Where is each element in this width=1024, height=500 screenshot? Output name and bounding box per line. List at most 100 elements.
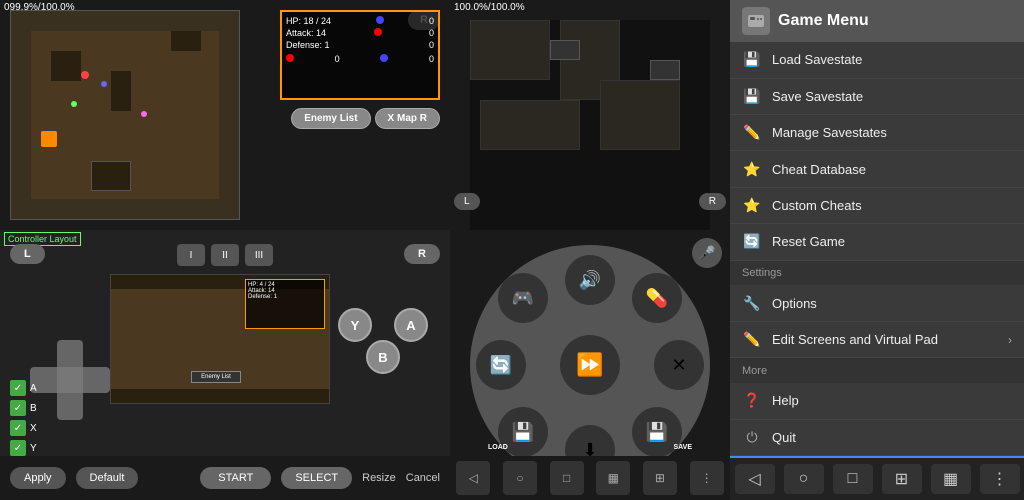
b-button[interactable]: B — [366, 340, 400, 374]
seg-buttons: I II III — [177, 244, 273, 266]
radial-health[interactable]: 💊 — [632, 273, 682, 323]
menu-item-save-savestate[interactable]: 💾 Save Savestate — [730, 79, 1024, 115]
enemy-list-btn[interactable]: Enemy List — [291, 108, 370, 129]
menu-item-load-savestate[interactable]: 💾 Load Savestate — [730, 42, 1024, 78]
mid-percentage: 100.0%/100.0% — [454, 2, 525, 13]
checkbox-b[interactable]: ✓ — [10, 400, 26, 416]
menu-item-help[interactable]: ❓ Help — [730, 383, 1024, 419]
menu-title: Game Menu — [778, 12, 869, 30]
mini-game-screen: HP: 4 / 24 Attack: 14 Defense: 1 Enemy L… — [110, 274, 330, 404]
check-y: ✓ Y — [10, 440, 37, 456]
hp-text: HP: 18 / 24 — [286, 16, 331, 26]
bottom-row: Apply Default START SELECT Resize Cancel — [0, 456, 450, 500]
check-a-label: A — [30, 383, 37, 394]
options-icon: 🔧 — [742, 293, 762, 313]
defense-text: Defense: 1 — [286, 40, 330, 50]
check-b: ✓ B — [10, 400, 37, 416]
cheat-database-label: Cheat Database — [772, 162, 1012, 177]
manage-savestates-icon: ✏️ — [742, 123, 762, 143]
nav-extra-2[interactable]: ▦ — [931, 464, 971, 494]
resize-btn[interactable]: Resize — [362, 472, 396, 484]
seg-btn-3[interactable]: III — [245, 244, 273, 266]
check-y-label: Y — [30, 443, 37, 454]
mid-nav-4[interactable]: ▦ — [596, 461, 630, 495]
start-button[interactable]: START — [200, 467, 271, 489]
game-screen-top: 099.9%/100.0% R HP — [0, 0, 450, 230]
menu-item-reset-game[interactable]: 🔄 Reset Game — [730, 224, 1024, 260]
seg-btn-2[interactable]: II — [211, 244, 239, 266]
mid-nav-3[interactable]: □ — [550, 461, 584, 495]
mid-nav-1[interactable]: ◁ — [456, 461, 490, 495]
default-button[interactable]: Default — [76, 467, 139, 489]
check-row: ✓ A ✓ B ✓ X ✓ Y — [10, 380, 37, 456]
radial-cancel[interactable]: ✕ — [654, 340, 704, 390]
abxy-area: Y A B — [338, 284, 428, 374]
label-save: SAVE — [673, 444, 692, 451]
save-savestate-label: Save Savestate — [772, 89, 1012, 104]
mic-button[interactable]: 🎤 — [692, 238, 722, 268]
menu-item-cheat-database[interactable]: ⭐ Cheat Database — [730, 151, 1024, 187]
ctrl-r-button[interactable]: R — [404, 244, 440, 264]
left-percentage: 099.9%/100.0% — [4, 2, 75, 13]
check-x: ✓ X — [10, 420, 37, 436]
menu-item-custom-cheats[interactable]: ⭐ Custom Cheats — [730, 188, 1024, 224]
seg-btn-1[interactable]: I — [177, 244, 205, 266]
check-b-label: B — [30, 403, 37, 414]
label-load: LOAD — [488, 444, 508, 451]
apply-button[interactable]: Apply — [10, 467, 66, 489]
val2: 0 — [429, 40, 434, 50]
radial-volume[interactable]: 🔊 — [565, 255, 615, 305]
radial-center-btn[interactable]: ⏩ — [560, 335, 620, 395]
settings-section: Settings — [730, 261, 1024, 286]
nav-home-btn[interactable]: ○ — [784, 464, 824, 494]
menu-bottom-bar: ◁ ○ □ ⊞ ▦ ⋮ — [730, 458, 1024, 500]
check-a: ✓ A — [10, 380, 37, 396]
save-savestate-icon: 💾 — [742, 86, 762, 106]
a-button[interactable]: A — [394, 308, 428, 342]
manage-savestates-label: Manage Savestates — [772, 125, 1012, 140]
game-menu-buttons: Enemy List X Map R — [291, 108, 440, 129]
edit-screens-icon: ✏️ — [742, 330, 762, 350]
right-panel: Game Menu 💾 Load Savestate 💾 Save Savest… — [730, 0, 1024, 500]
left-panel: 099.9%/100.0% R HP — [0, 0, 450, 500]
val0: 0 — [429, 16, 434, 26]
mini-hud: HP: 4 / 24 Attack: 14 Defense: 1 — [245, 279, 325, 329]
mid-nav-6[interactable]: ⋮ — [690, 461, 724, 495]
checkbox-y[interactable]: ✓ — [10, 440, 26, 456]
radial-rotate[interactable]: 🔄 — [476, 340, 526, 390]
mid-l-btn[interactable]: L — [454, 193, 480, 210]
menu-item-edit-screens[interactable]: ✏️ Edit Screens and Virtual Pad › — [730, 322, 1024, 358]
middle-panel: 100.0%/100.0% L R 🔊 💊 — [450, 0, 730, 500]
dpad[interactable] — [30, 340, 110, 420]
mid-nav-2[interactable]: ○ — [503, 461, 537, 495]
nav-recents-btn[interactable]: □ — [833, 464, 873, 494]
game-scene — [10, 10, 240, 220]
radial-center-icon: ⏩ — [576, 352, 603, 378]
checkbox-x[interactable]: ✓ — [10, 420, 26, 436]
menu-item-quit[interactable]: ⏻ Quit — [730, 420, 1024, 456]
mid-nav-5[interactable]: ⊞ — [643, 461, 677, 495]
help-label: Help — [772, 393, 1012, 408]
mid-scene-dark — [450, 0, 730, 230]
edit-screens-label: Edit Screens and Virtual Pad — [772, 332, 998, 347]
controls-area: Controller Layout L R I II III HP: 4 / 2… — [0, 230, 450, 500]
cancel-btn[interactable]: Cancel — [406, 472, 440, 484]
nav-extra-1[interactable]: ⊞ — [882, 464, 922, 494]
check-x-label: X — [30, 423, 37, 434]
ctrl-l-button[interactable]: L — [10, 244, 45, 264]
val1: 0 — [429, 28, 434, 38]
menu-item-options[interactable]: 🔧 Options — [730, 285, 1024, 321]
mid-r-btn[interactable]: R — [699, 193, 726, 210]
checkbox-a[interactable]: ✓ — [10, 380, 26, 396]
help-icon: ❓ — [742, 391, 762, 411]
nav-extra-3[interactable]: ⋮ — [980, 464, 1020, 494]
map-btn[interactable]: X Map R — [375, 108, 440, 129]
dpad-area — [30, 340, 110, 420]
custom-cheats-label: Custom Cheats — [772, 198, 1012, 213]
radial-gamepad[interactable]: 🎮 — [498, 273, 548, 323]
nav-back-btn[interactable]: ◁ — [735, 464, 775, 494]
y-button[interactable]: Y — [338, 308, 372, 342]
menu-item-manage-savestates[interactable]: ✏️ Manage Savestates — [730, 115, 1024, 151]
select-button[interactable]: SELECT — [281, 467, 352, 489]
load-savestate-label: Load Savestate — [772, 52, 1012, 67]
